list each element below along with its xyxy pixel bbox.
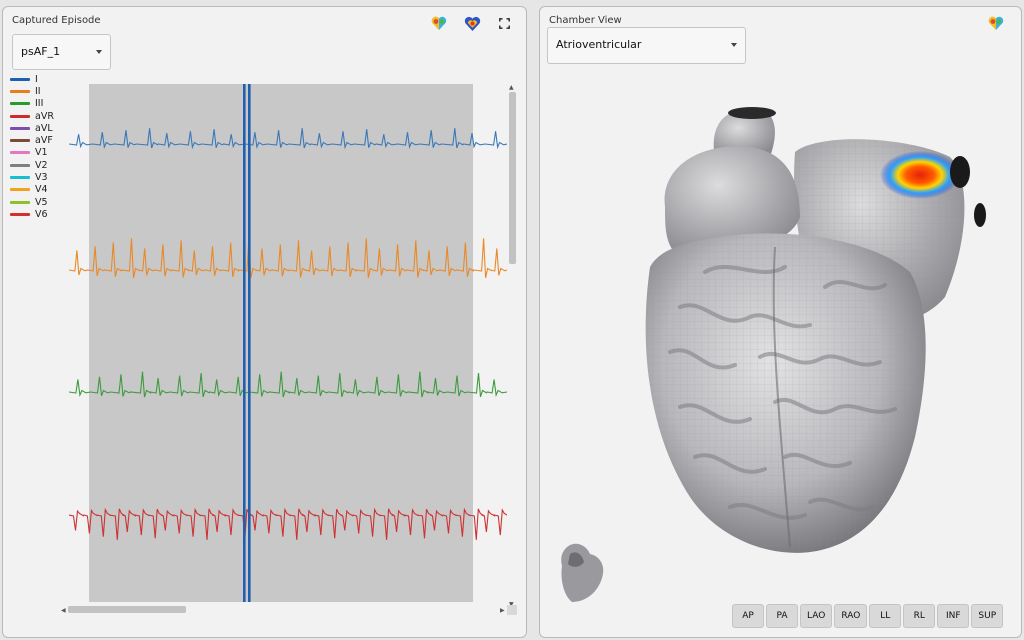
vertical-scrollbar[interactable] (509, 92, 516, 264)
view-button-pa[interactable]: PA (766, 604, 798, 628)
view-button-inf[interactable]: INF (937, 604, 970, 628)
chamber-view-panel: Chamber View Atrioventricular AP PA LAO … (539, 6, 1022, 638)
legend-label: aVR (35, 110, 54, 122)
legend-label: aVL (35, 122, 53, 134)
scroll-right-icon[interactable]: ▶ (500, 607, 505, 614)
horizontal-scrollbar[interactable] (68, 606, 186, 613)
legend-swatch (10, 89, 30, 93)
scroll-corner (507, 605, 517, 615)
legend-item[interactable]: I (10, 73, 54, 85)
heart-map-icon[interactable] (464, 15, 481, 32)
legend-item[interactable]: aVF (10, 134, 54, 146)
legend-swatch (10, 114, 30, 118)
legend-swatch (10, 176, 30, 180)
view-buttons: AP PA LAO RAO LL RL INF SUP (732, 604, 1005, 628)
legend-item[interactable]: aVL (10, 122, 54, 134)
legend-swatch (10, 151, 30, 155)
panel-title: Chamber View (549, 15, 622, 26)
legend-swatch (10, 77, 30, 81)
cursor-line[interactable] (248, 84, 251, 602)
cursor-line[interactable] (243, 84, 246, 602)
legend-item[interactable]: V4 (10, 184, 54, 196)
ecg-plot[interactable] (69, 74, 507, 602)
chevron-down-icon (731, 43, 737, 47)
legend-item[interactable]: aVR (10, 110, 54, 122)
view-button-ll[interactable]: LL (869, 604, 902, 628)
chamber-select-value: Atrioventricular (556, 38, 642, 51)
legend-label: V6 (35, 208, 48, 220)
legend-label: II (35, 85, 41, 97)
legend-swatch (10, 212, 30, 216)
fullscreen-icon[interactable] (499, 18, 510, 29)
orientation-heart-icon (561, 543, 604, 602)
heart-color-icon[interactable] (988, 15, 1004, 31)
legend-label: V4 (35, 184, 48, 196)
heart-color-icon[interactable] (431, 15, 447, 31)
legend-item[interactable]: III (10, 98, 54, 110)
legend-label: V3 (35, 172, 48, 184)
view-button-ap[interactable]: AP (732, 604, 764, 628)
legend-label: aVF (35, 135, 53, 147)
legend-label: V1 (35, 147, 48, 159)
view-button-sup[interactable]: SUP (971, 604, 1004, 628)
legend-swatch (10, 139, 30, 143)
view-button-rao[interactable]: RAO (834, 604, 868, 628)
scroll-left-icon[interactable]: ◀ (61, 607, 66, 614)
chamber-select[interactable]: Atrioventricular (547, 27, 746, 64)
selection-window[interactable] (89, 84, 473, 602)
view-button-rl[interactable]: RL (903, 604, 936, 628)
legend-item[interactable]: V3 (10, 171, 54, 183)
lead-legend: I II III aVR aVL aVF V1 V2 V3 V4 V5 V6 (10, 73, 54, 221)
legend-label: V2 (35, 159, 48, 171)
heart-3d-model[interactable] (610, 97, 990, 567)
view-button-lao[interactable]: LAO (800, 604, 833, 628)
legend-item[interactable]: V6 (10, 208, 54, 220)
panel-title: Captured Episode (12, 15, 101, 26)
scroll-up-icon[interactable]: ▲ (509, 84, 514, 91)
legend-swatch (10, 102, 30, 106)
legend-label: I (35, 73, 38, 85)
legend-item[interactable]: V5 (10, 196, 54, 208)
legend-label: III (35, 98, 44, 110)
legend-swatch (10, 163, 30, 167)
legend-label: V5 (35, 196, 48, 208)
legend-swatch (10, 126, 30, 130)
episode-select-value: psAF_1 (21, 45, 61, 58)
legend-swatch (10, 188, 30, 192)
legend-swatch (10, 200, 30, 204)
legend-item[interactable]: II (10, 85, 54, 97)
chevron-down-icon (96, 50, 102, 54)
episode-select[interactable]: psAF_1 (12, 34, 111, 70)
legend-item[interactable]: V2 (10, 159, 54, 171)
legend-item[interactable]: V1 (10, 147, 54, 159)
